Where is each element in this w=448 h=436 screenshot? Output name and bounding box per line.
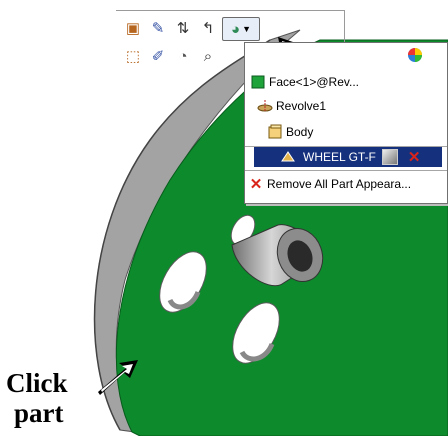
menu-item-label: Remove All Part Appeara... [267, 177, 412, 191]
body-icon [267, 124, 283, 140]
menu-item-body[interactable]: Body [267, 121, 313, 143]
part-icon [280, 149, 296, 165]
edit-feature-icon[interactable]: ✐ [147, 45, 169, 67]
menu-item-remove-all[interactable]: ✕ Remove All Part Appeara... [248, 173, 411, 195]
callout-line: Click [6, 368, 68, 398]
zoom-icon[interactable]: ⌕ [197, 45, 219, 67]
remove-x-icon: ✕ [249, 176, 263, 193]
menu-item-part-selected[interactable]: WHEEL GT-F ✕ [254, 147, 442, 167]
menu-header [245, 43, 447, 67]
part-properties-icon[interactable]: ▣ [122, 17, 144, 39]
select-icon[interactable]: ⬚ [122, 45, 144, 67]
appearance-icon: ◕ [231, 20, 241, 38]
menu-item-label: Revolve1 [276, 99, 327, 113]
callout-line: part [14, 398, 64, 428]
menu-item-face[interactable]: Face<1>@Rev... [250, 71, 359, 93]
color-swatch-icon [381, 149, 398, 165]
menu-separator [245, 170, 447, 171]
menu-item-label: WHEEL GT-F [303, 150, 376, 164]
menu-item-revolve[interactable]: Revolve1 [257, 95, 326, 117]
face-icon [250, 74, 266, 90]
back-icon[interactable]: ↰ [197, 17, 219, 39]
menu-item-label: Body [286, 125, 314, 139]
remove-x-icon[interactable]: ✕ [408, 148, 421, 166]
view-icon[interactable]: ◔ [172, 45, 194, 67]
dropdown-arrow-icon: ▼ [242, 23, 251, 34]
sort-icon[interactable]: ⇅ [172, 17, 194, 39]
click-part-callout: Click part [6, 368, 96, 428]
appearance-globe-icon [407, 47, 423, 68]
appearance-button[interactable]: ◕ ▼ [222, 17, 260, 41]
revolve-icon [257, 98, 273, 114]
menu-item-label: Face<1>@Rev... [269, 75, 359, 89]
appearance-dropdown-menu: Face<1>@Rev... Revolve1 Body WHEEL GT-F … [244, 42, 448, 204]
edit-sketch-icon[interactable]: ✎ [147, 17, 169, 39]
